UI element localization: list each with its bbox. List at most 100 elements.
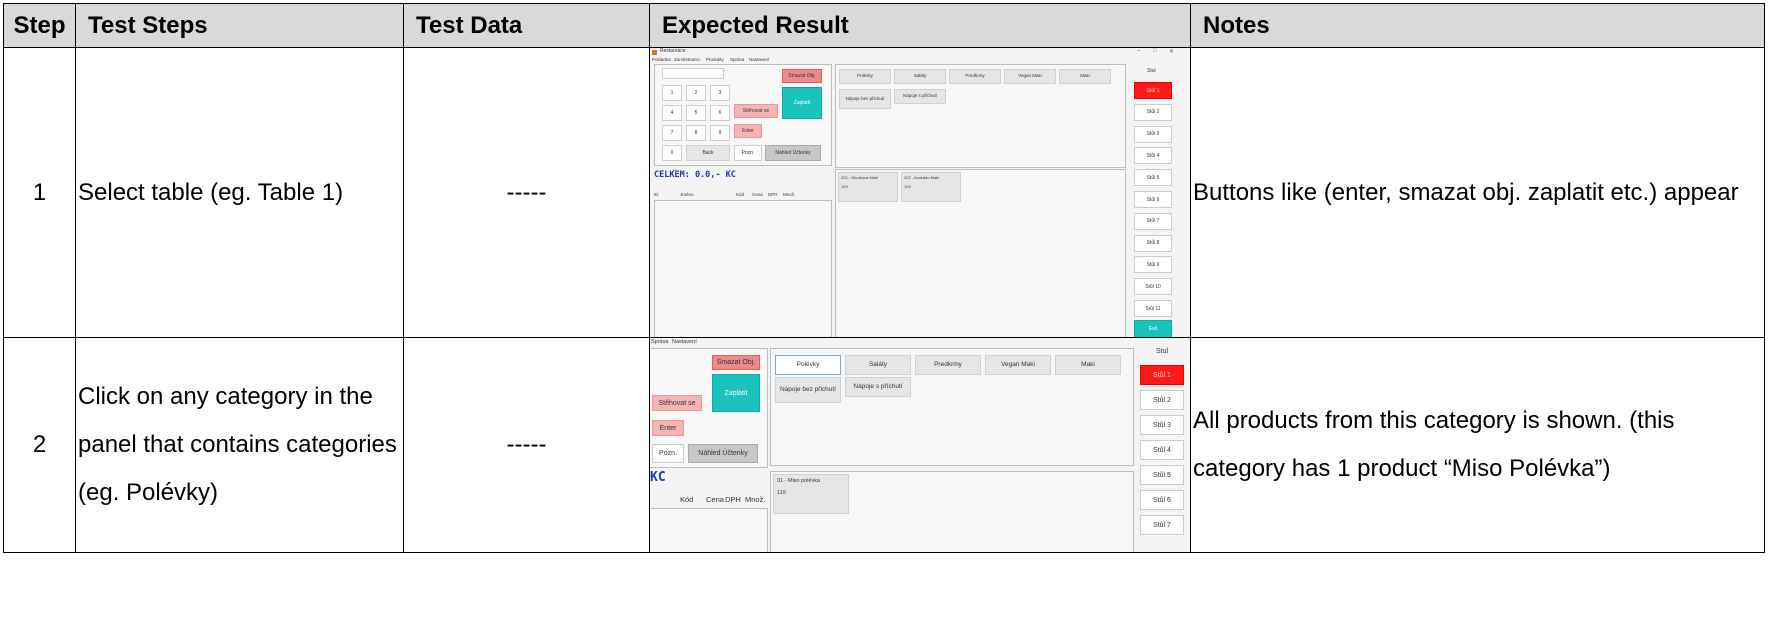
order-column-1: Cena bbox=[706, 495, 724, 504]
quantity-input[interactable] bbox=[662, 68, 724, 79]
table-button-3[interactable]: Stůl 3 bbox=[1140, 415, 1184, 435]
keypad-2[interactable]: 2 bbox=[686, 85, 706, 101]
keypad-3[interactable]: 3 bbox=[710, 85, 730, 101]
table-button-2[interactable]: Stůl 2 bbox=[1140, 390, 1184, 410]
category-0[interactable]: Polévky bbox=[839, 69, 891, 84]
keypad-9[interactable]: 9 bbox=[710, 125, 730, 141]
category-0[interactable]: Polévky bbox=[775, 355, 841, 375]
stehovat-se-button[interactable]: Stěhovat se bbox=[734, 104, 778, 118]
table-row: 2 Click on any category in the panel tha… bbox=[3, 337, 1765, 553]
stehovat-se-button[interactable]: Stěhovat se bbox=[652, 395, 702, 411]
keypad-0[interactable]: 0 bbox=[662, 145, 682, 161]
pozn-button[interactable]: Pozn. bbox=[734, 145, 762, 161]
category-5[interactable]: Nápoje bez přichutí bbox=[775, 377, 841, 403]
nahled-uctenky-button[interactable]: Náhled Účtenky bbox=[688, 444, 758, 463]
product-0[interactable]: 01 - Miso polévka 119 bbox=[773, 474, 849, 514]
header-notes: Notes bbox=[1190, 3, 1765, 48]
menu-1[interactable]: Nastavení bbox=[672, 339, 697, 345]
nahled-uctenky-button[interactable]: Náhled Účtenky bbox=[765, 145, 821, 161]
product-name: 01 - Miso polévka bbox=[777, 478, 821, 484]
app-logo-icon bbox=[652, 50, 657, 55]
close-icon[interactable]: ✕ bbox=[1169, 49, 1174, 55]
menu-0[interactable]: Pokladna bbox=[652, 57, 671, 62]
keypad-6[interactable]: 6 bbox=[710, 105, 730, 121]
zaplatit-button[interactable]: Zaplatit bbox=[782, 87, 822, 119]
test-case-table: Step Test Steps Test Data Expected Resul… bbox=[3, 3, 1765, 553]
table-row: 1 Select table (eg. Table 1) ----- Resta… bbox=[3, 47, 1765, 338]
test-data-cell: ----- bbox=[403, 337, 650, 553]
table-button-1[interactable]: Stůl 1 bbox=[1140, 365, 1184, 385]
table-button-6[interactable]: Stůl 6 bbox=[1134, 191, 1172, 208]
menu-1[interactable]: Zaměstnanci bbox=[674, 57, 700, 62]
menu-4[interactable]: Nastavení bbox=[749, 57, 769, 62]
category-1[interactable]: Saláty bbox=[845, 355, 911, 375]
product-price: 129 bbox=[841, 184, 848, 189]
header-step: Step bbox=[3, 3, 76, 48]
order-column-0: Kód bbox=[680, 495, 694, 504]
table-button-6[interactable]: Stůl 6 bbox=[1140, 490, 1184, 510]
category-5[interactable]: Nápoje bez přichutí bbox=[839, 89, 891, 109]
order-column-3: Cena bbox=[752, 192, 763, 197]
table-button-5[interactable]: Stůl 5 bbox=[1140, 465, 1184, 485]
product-name: 201 - Okurková Maki bbox=[841, 175, 878, 180]
table-button-8[interactable]: Stůl 8 bbox=[1134, 234, 1172, 252]
table-button-4[interactable]: Stůl 4 bbox=[1134, 147, 1172, 165]
smazat-obj-button[interactable]: Smazat Obj. bbox=[712, 355, 760, 370]
table-button-2[interactable]: Stůl 2 bbox=[1134, 103, 1172, 121]
maximize-icon[interactable]: □ bbox=[1153, 49, 1157, 55]
category-6[interactable]: Nápoje s příchutí bbox=[845, 377, 911, 397]
table-button-7[interactable]: Stůl 7 bbox=[1134, 212, 1172, 230]
notes-cell: Buttons like (enter, smazat obj. zaplati… bbox=[1190, 47, 1765, 338]
total-label: KC bbox=[650, 470, 666, 485]
product-price: 129 bbox=[904, 184, 911, 189]
table-button-3[interactable]: Stůl 3 bbox=[1134, 125, 1172, 143]
minimize-icon[interactable]: – bbox=[1137, 49, 1140, 55]
category-6[interactable]: Nápoje s příchutí bbox=[894, 89, 946, 104]
order-list bbox=[650, 508, 768, 552]
category-4[interactable]: Maki bbox=[1055, 355, 1121, 375]
header-row: Step Test Steps Test Data Expected Resul… bbox=[3, 3, 1765, 48]
category-4[interactable]: Maki bbox=[1059, 69, 1111, 84]
window-title: Restaurace bbox=[660, 48, 686, 55]
keypad-7[interactable]: 7 bbox=[662, 125, 682, 141]
stul-header: Stul bbox=[1147, 68, 1156, 74]
product-name: 202 - Avokádo Maki bbox=[904, 175, 940, 180]
expected-result-screenshot: Restaurace – □ ✕ Pokladna Zaměstnanci Produkty… bbox=[649, 47, 1191, 338]
keypad-5[interactable]: 5 bbox=[686, 105, 706, 121]
category-3[interactable]: Vegan Maki bbox=[985, 355, 1051, 375]
table-button-10[interactable]: Stůl 10 bbox=[1134, 278, 1172, 296]
menu-0[interactable]: Správa bbox=[651, 339, 668, 345]
order-column-4: DPH bbox=[768, 192, 778, 197]
product-0[interactable]: 201 - Okurková Maki 129 bbox=[838, 172, 898, 202]
keypad-1[interactable]: 1 bbox=[662, 85, 682, 101]
smazat-obj-button[interactable]: Smazat Obj. bbox=[782, 69, 822, 83]
table-button-5[interactable]: Stůl 5 bbox=[1134, 169, 1172, 187]
product-1[interactable]: 202 - Avokádo Maki 129 bbox=[901, 172, 961, 202]
category-2[interactable]: Predkrmy bbox=[949, 69, 1001, 84]
table-button-1[interactable]: Stůl 1 bbox=[1134, 82, 1172, 99]
test-steps-cell: Select table (eg. Table 1) bbox=[75, 47, 404, 338]
header-test-data: Test Data bbox=[403, 3, 650, 48]
back-button[interactable]: Back bbox=[686, 145, 730, 161]
table-button-11[interactable]: Stůl 11 bbox=[1134, 300, 1172, 317]
exit-button[interactable]: Exit bbox=[1134, 320, 1172, 337]
enter-button[interactable]: Enter bbox=[652, 420, 684, 436]
stul-header: Stul bbox=[1156, 348, 1169, 355]
table-button-4[interactable]: Stůl 4 bbox=[1140, 440, 1184, 460]
enter-button[interactable]: Enter bbox=[734, 124, 762, 138]
header-test-steps: Test Steps bbox=[75, 3, 404, 48]
pozn-button[interactable]: Pozn. bbox=[652, 444, 684, 463]
zaplatit-button[interactable]: Zaplatit bbox=[712, 374, 760, 412]
keypad-4[interactable]: 4 bbox=[662, 105, 682, 121]
menu-2[interactable]: Produkty bbox=[706, 57, 724, 62]
category-3[interactable]: Vegan Maki bbox=[1004, 69, 1056, 84]
table-button-7[interactable]: Stůl 7 bbox=[1140, 515, 1184, 535]
header-expected-result: Expected Result bbox=[649, 3, 1191, 48]
menu-3[interactable]: Správa bbox=[730, 57, 744, 62]
category-1[interactable]: Saláty bbox=[894, 69, 946, 84]
category-2[interactable]: Predkrmy bbox=[915, 355, 981, 375]
table-button-9[interactable]: Stůl 9 bbox=[1134, 256, 1172, 274]
order-list bbox=[654, 200, 832, 337]
keypad-8[interactable]: 8 bbox=[686, 125, 706, 141]
notes-cell: All products from this category is shown… bbox=[1190, 337, 1765, 553]
